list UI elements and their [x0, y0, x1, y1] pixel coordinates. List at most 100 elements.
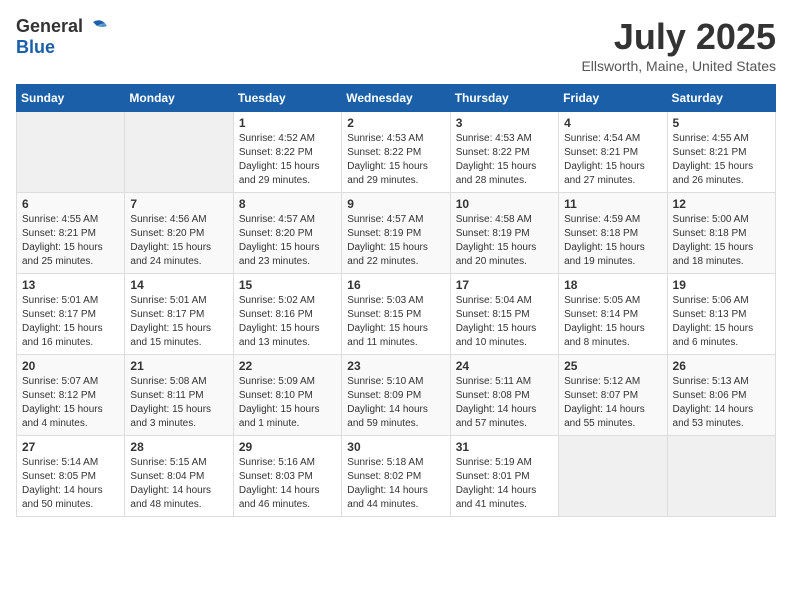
- calendar-cell: 5 Sunrise: 4:55 AMSunset: 8:21 PMDaylight…: [667, 112, 775, 193]
- calendar-cell: 6Sunrise: 4:55 AMSunset: 8:21 PMDaylight…: [17, 193, 125, 274]
- logo-general-text: General: [16, 16, 83, 37]
- day-number: 10: [456, 197, 553, 211]
- weekday-header-thursday: Thursday: [450, 85, 558, 112]
- day-number: 17: [456, 278, 553, 292]
- calendar-cell: 18 Sunrise: 5:05 AMSunset: 8:14 PMDayligh…: [559, 274, 667, 355]
- day-info: Sunrise: 4:55 AMSunset: 8:21 PMDaylight:…: [673, 132, 770, 188]
- calendar-cell: 7 Sunrise: 4:56 AMSunset: 8:20 PMDaylight…: [125, 193, 233, 274]
- logo-blue-text: Blue: [16, 37, 55, 57]
- calendar-cell: 17 Sunrise: 5:04 AMSunset: 8:15 PMDayligh…: [450, 274, 558, 355]
- day-number: 22: [239, 359, 336, 373]
- calendar-cell: 29 Sunrise: 5:16 AMSunset: 8:03 PMDayligh…: [233, 436, 341, 517]
- weekday-header-wednesday: Wednesday: [342, 85, 450, 112]
- day-number: 6: [22, 197, 119, 211]
- calendar-cell: 4 Sunrise: 4:54 AMSunset: 8:21 PMDaylight…: [559, 112, 667, 193]
- weekday-header-monday: Monday: [125, 85, 233, 112]
- day-number: 29: [239, 440, 336, 454]
- calendar-cell: 9Sunrise: 4:57 AMSunset: 8:19 PMDaylight…: [342, 193, 450, 274]
- day-number: 19: [673, 278, 770, 292]
- day-number: 21: [130, 359, 227, 373]
- weekday-header-row: SundayMondayTuesdayWednesdayThursdayFrid…: [17, 85, 776, 112]
- weekday-header-friday: Friday: [559, 85, 667, 112]
- day-number: 24: [456, 359, 553, 373]
- day-info: Sunrise: 5:05 AMSunset: 8:14 PMDaylight:…: [564, 294, 661, 350]
- day-info: Sunrise: 5:11 AMSunset: 8:08 PMDaylight:…: [456, 375, 553, 431]
- day-info: Sunrise: 4:57 AMSunset: 8:20 PMDaylight:…: [239, 213, 336, 269]
- day-number: 12: [673, 197, 770, 211]
- day-info: Sunrise: 5:09 AMSunset: 8:10 PMDaylight:…: [239, 375, 336, 431]
- calendar-cell: 30Sunrise: 5:18 AMSunset: 8:02 PMDayligh…: [342, 436, 450, 517]
- day-number: 11: [564, 197, 661, 211]
- day-info: Sunrise: 5:03 AMSunset: 8:15 PMDaylight:…: [347, 294, 444, 350]
- calendar-cell: 25 Sunrise: 5:12 AMSunset: 8:07 PMDayligh…: [559, 355, 667, 436]
- weekday-header-sunday: Sunday: [17, 85, 125, 112]
- calendar-cell: 16 Sunrise: 5:03 AMSunset: 8:15 PMDayligh…: [342, 274, 450, 355]
- calendar-week-row: 6Sunrise: 4:55 AMSunset: 8:21 PMDaylight…: [17, 193, 776, 274]
- day-info: Sunrise: 4:53 AMSunset: 8:22 PMDaylight:…: [347, 132, 444, 188]
- calendar-table: SundayMondayTuesdayWednesdayThursdayFrid…: [16, 84, 776, 517]
- day-number: 20: [22, 359, 119, 373]
- day-number: 16: [347, 278, 444, 292]
- day-number: 31: [456, 440, 553, 454]
- day-info: Sunrise: 5:04 AMSunset: 8:15 PMDaylight:…: [456, 294, 553, 350]
- day-info: Sunrise: 5:07 AMSunset: 8:12 PMDaylight:…: [22, 375, 119, 431]
- day-info: Sunrise: 5:02 AMSunset: 8:16 PMDaylight:…: [239, 294, 336, 350]
- day-number: 25: [564, 359, 661, 373]
- calendar-cell: 27 Sunrise: 5:14 AMSunset: 8:05 PMDayligh…: [17, 436, 125, 517]
- calendar-cell: 22 Sunrise: 5:09 AMSunset: 8:10 PMDayligh…: [233, 355, 341, 436]
- day-info: Sunrise: 4:56 AMSunset: 8:20 PMDaylight:…: [130, 213, 227, 269]
- calendar-cell: 13 Sunrise: 5:01 AMSunset: 8:17 PMDayligh…: [17, 274, 125, 355]
- calendar-cell: 23Sunrise: 5:10 AMSunset: 8:09 PMDayligh…: [342, 355, 450, 436]
- day-info: Sunrise: 5:01 AMSunset: 8:17 PMDaylight:…: [130, 294, 227, 350]
- logo-bird-icon: [85, 18, 107, 36]
- calendar-cell: [667, 436, 775, 517]
- day-number: 9: [347, 197, 444, 211]
- calendar-week-row: 1Sunrise: 4:52 AMSunset: 8:22 PMDaylight…: [17, 112, 776, 193]
- weekday-header-saturday: Saturday: [667, 85, 775, 112]
- day-info: Sunrise: 5:14 AMSunset: 8:05 PMDaylight:…: [22, 456, 119, 512]
- day-info: Sunrise: 4:59 AMSunset: 8:18 PMDaylight:…: [564, 213, 661, 269]
- calendar-cell: 11 Sunrise: 4:59 AMSunset: 8:18 PMDayligh…: [559, 193, 667, 274]
- calendar-cell: 8 Sunrise: 4:57 AMSunset: 8:20 PMDaylight…: [233, 193, 341, 274]
- calendar-cell: 2 Sunrise: 4:53 AMSunset: 8:22 PMDaylight…: [342, 112, 450, 193]
- day-number: 23: [347, 359, 444, 373]
- month-title: July 2025: [581, 16, 776, 58]
- day-info: Sunrise: 5:06 AMSunset: 8:13 PMDaylight:…: [673, 294, 770, 350]
- day-number: 8: [239, 197, 336, 211]
- calendar-cell: 28Sunrise: 5:15 AMSunset: 8:04 PMDayligh…: [125, 436, 233, 517]
- day-number: 2: [347, 116, 444, 130]
- day-info: Sunrise: 5:19 AMSunset: 8:01 PMDaylight:…: [456, 456, 553, 512]
- day-number: 7: [130, 197, 227, 211]
- calendar-cell: 20 Sunrise: 5:07 AMSunset: 8:12 PMDayligh…: [17, 355, 125, 436]
- calendar-cell: [559, 436, 667, 517]
- day-info: Sunrise: 5:16 AMSunset: 8:03 PMDaylight:…: [239, 456, 336, 512]
- day-info: Sunrise: 5:12 AMSunset: 8:07 PMDaylight:…: [564, 375, 661, 431]
- day-number: 3: [456, 116, 553, 130]
- calendar-cell: 21 Sunrise: 5:08 AMSunset: 8:11 PMDayligh…: [125, 355, 233, 436]
- weekday-header-tuesday: Tuesday: [233, 85, 341, 112]
- day-number: 14: [130, 278, 227, 292]
- day-info: Sunrise: 5:01 AMSunset: 8:17 PMDaylight:…: [22, 294, 119, 350]
- day-number: 15: [239, 278, 336, 292]
- day-info: Sunrise: 5:18 AMSunset: 8:02 PMDaylight:…: [347, 456, 444, 512]
- day-number: 26: [673, 359, 770, 373]
- day-number: 4: [564, 116, 661, 130]
- day-number: 27: [22, 440, 119, 454]
- day-info: Sunrise: 4:54 AMSunset: 8:21 PMDaylight:…: [564, 132, 661, 188]
- day-number: 13: [22, 278, 119, 292]
- calendar-cell: 14 Sunrise: 5:01 AMSunset: 8:17 PMDayligh…: [125, 274, 233, 355]
- day-info: Sunrise: 4:58 AMSunset: 8:19 PMDaylight:…: [456, 213, 553, 269]
- calendar-cell: 10 Sunrise: 4:58 AMSunset: 8:19 PMDayligh…: [450, 193, 558, 274]
- calendar-cell: 19 Sunrise: 5:06 AMSunset: 8:13 PMDayligh…: [667, 274, 775, 355]
- calendar-cell: [125, 112, 233, 193]
- calendar-cell: 31 Sunrise: 5:19 AMSunset: 8:01 PMDayligh…: [450, 436, 558, 517]
- calendar-cell: 26Sunrise: 5:13 AMSunset: 8:06 PMDayligh…: [667, 355, 775, 436]
- day-number: 1: [239, 116, 336, 130]
- day-number: 5: [673, 116, 770, 130]
- logo: General Blue: [16, 16, 107, 58]
- calendar-week-row: 27 Sunrise: 5:14 AMSunset: 8:05 PMDayligh…: [17, 436, 776, 517]
- day-info: Sunrise: 5:08 AMSunset: 8:11 PMDaylight:…: [130, 375, 227, 431]
- day-number: 18: [564, 278, 661, 292]
- calendar-cell: 24 Sunrise: 5:11 AMSunset: 8:08 PMDayligh…: [450, 355, 558, 436]
- calendar-cell: [17, 112, 125, 193]
